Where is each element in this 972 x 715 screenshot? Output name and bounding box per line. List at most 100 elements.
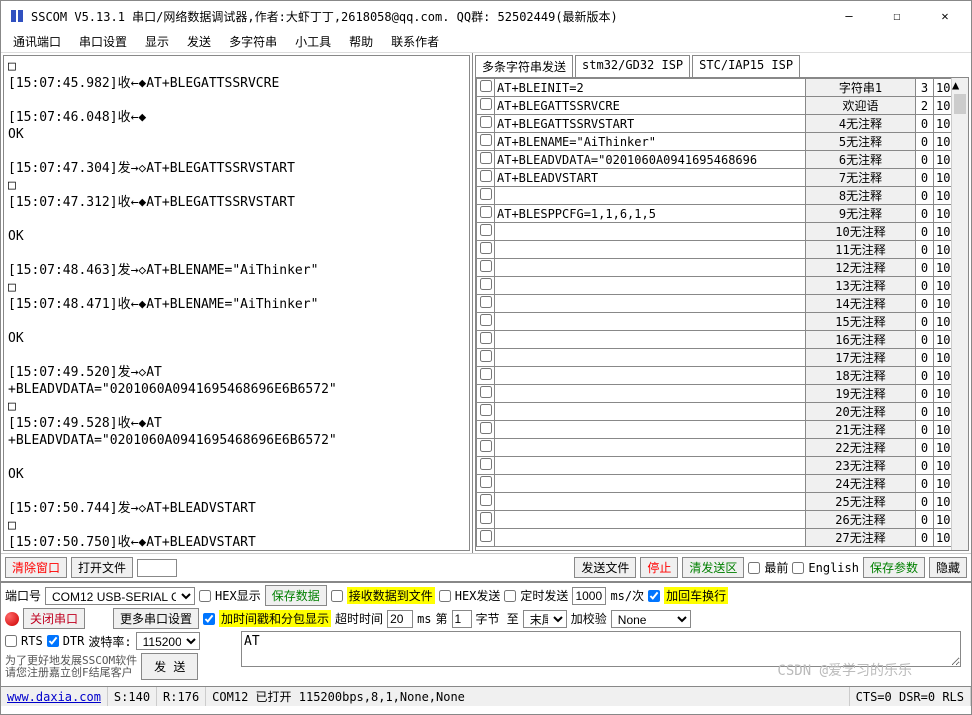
menu-帮助[interactable]: 帮助 (341, 31, 381, 52)
macro-cmd-2[interactable]: AT+BLEGATTSSRVSTART (495, 115, 806, 133)
macro-n-15[interactable]: 0 (916, 349, 934, 367)
macro-cmd-23[interactable] (495, 493, 806, 511)
macro-send-24[interactable]: 26无注释 (806, 511, 916, 529)
macro-cmd-12[interactable] (495, 295, 806, 313)
macro-n-6[interactable]: 0 (916, 187, 934, 205)
macro-n-12[interactable]: 0 (916, 295, 934, 313)
macro-send-25[interactable]: 27无注释 (806, 529, 916, 547)
macro-n-8[interactable]: 0 (916, 223, 934, 241)
macro-cmd-11[interactable] (495, 277, 806, 295)
macro-cmd-8[interactable] (495, 223, 806, 241)
macro-chk-6[interactable] (480, 188, 492, 200)
hex-show-checkbox[interactable] (199, 590, 211, 602)
send-button[interactable]: 发 送 (141, 653, 198, 680)
open-file-button[interactable]: 打开文件 (71, 557, 133, 578)
macro-cmd-20[interactable] (495, 439, 806, 457)
macro-cmd-15[interactable] (495, 349, 806, 367)
tab-0[interactable]: 多条字符串发送 (475, 55, 573, 77)
close-button[interactable]: ✕ (927, 4, 963, 28)
macro-cmd-13[interactable] (495, 313, 806, 331)
macro-send-22[interactable]: 24无注释 (806, 475, 916, 493)
macro-chk-25[interactable] (480, 530, 492, 542)
close-port-button[interactable]: 关闭串口 (23, 608, 85, 629)
macro-n-4[interactable]: 0 (916, 151, 934, 169)
macro-cmd-21[interactable] (495, 457, 806, 475)
macro-send-23[interactable]: 25无注释 (806, 493, 916, 511)
more-settings-button[interactable]: 更多串口设置 (113, 608, 199, 629)
macro-chk-4[interactable] (480, 152, 492, 164)
end-combo[interactable]: 末尾 (523, 610, 567, 628)
macro-n-17[interactable]: 0 (916, 385, 934, 403)
macro-n-23[interactable]: 0 (916, 493, 934, 511)
timed-send-checkbox[interactable] (504, 590, 516, 602)
log-output[interactable]: □ [15:07:45.982]收←◆AT+BLEGATTSSRVCRE [15… (3, 55, 470, 551)
macro-send-3[interactable]: 5无注释 (806, 133, 916, 151)
macro-n-14[interactable]: 0 (916, 331, 934, 349)
macro-send-5[interactable]: 7无注释 (806, 169, 916, 187)
macro-send-12[interactable]: 14无注释 (806, 295, 916, 313)
send-file-button[interactable]: 发送文件 (574, 557, 636, 578)
macro-send-11[interactable]: 13无注释 (806, 277, 916, 295)
hide-button[interactable]: 隐藏 (929, 557, 967, 578)
menu-显示[interactable]: 显示 (137, 31, 177, 52)
save-data-button[interactable]: 保存数据 (265, 585, 327, 606)
macro-cmd-18[interactable] (495, 403, 806, 421)
macro-cmd-16[interactable] (495, 367, 806, 385)
macro-chk-8[interactable] (480, 224, 492, 236)
macro-cmd-3[interactable]: AT+BLENAME="AiThinker" (495, 133, 806, 151)
menu-联系作者[interactable]: 联系作者 (383, 31, 447, 52)
macro-cmd-9[interactable] (495, 241, 806, 259)
macro-n-16[interactable]: 0 (916, 367, 934, 385)
macro-send-20[interactable]: 22无注释 (806, 439, 916, 457)
status-url[interactable]: www.daxia.com (7, 690, 101, 704)
menu-发送[interactable]: 发送 (179, 31, 219, 52)
tab-2[interactable]: STC/IAP15 ISP (692, 55, 800, 77)
nth-input[interactable] (452, 610, 472, 628)
macro-n-21[interactable]: 0 (916, 457, 934, 475)
dtr-checkbox[interactable] (47, 635, 59, 647)
macro-chk-5[interactable] (480, 170, 492, 182)
macro-chk-24[interactable] (480, 512, 492, 524)
macro-send-8[interactable]: 10无注释 (806, 223, 916, 241)
macro-chk-12[interactable] (480, 296, 492, 308)
macro-n-2[interactable]: 0 (916, 115, 934, 133)
macro-chk-0[interactable] (480, 80, 492, 92)
port-combo[interactable]: COM12 USB-SERIAL CH340 (45, 587, 195, 605)
macro-n-0[interactable]: 3 (916, 79, 934, 97)
macro-chk-21[interactable] (480, 458, 492, 470)
interval-input[interactable] (572, 587, 606, 605)
macro-send-14[interactable]: 16无注释 (806, 331, 916, 349)
macro-n-1[interactable]: 2 (916, 97, 934, 115)
macro-chk-19[interactable] (480, 422, 492, 434)
macro-chk-1[interactable] (480, 98, 492, 110)
send-input[interactable]: AT (241, 631, 961, 667)
macro-send-6[interactable]: 8无注释 (806, 187, 916, 205)
macro-n-25[interactable]: 0 (916, 529, 934, 547)
english-checkbox[interactable] (792, 562, 804, 574)
clear-send-button[interactable]: 清发送区 (682, 557, 744, 578)
macro-cmd-5[interactable]: AT+BLEADVSTART (495, 169, 806, 187)
stop-button[interactable]: 停止 (640, 557, 678, 578)
macro-chk-10[interactable] (480, 260, 492, 272)
macro-n-3[interactable]: 0 (916, 133, 934, 151)
macro-send-13[interactable]: 15无注释 (806, 313, 916, 331)
macro-cmd-1[interactable]: AT+BLEGATTSSRVCRE (495, 97, 806, 115)
macro-cmd-10[interactable] (495, 259, 806, 277)
macro-cmd-22[interactable] (495, 475, 806, 493)
macro-n-24[interactable]: 0 (916, 511, 934, 529)
checksum-combo[interactable]: None (611, 610, 691, 628)
macro-chk-16[interactable] (480, 368, 492, 380)
macro-send-18[interactable]: 20无注释 (806, 403, 916, 421)
recv-file-checkbox[interactable] (331, 590, 343, 602)
macro-cmd-7[interactable]: AT+BLESPPCFG=1,1,6,1,5 (495, 205, 806, 223)
macro-cmd-4[interactable]: AT+BLEADVDATA="0201060A0941695468696 (495, 151, 806, 169)
macro-chk-17[interactable] (480, 386, 492, 398)
macro-send-7[interactable]: 9无注释 (806, 205, 916, 223)
macro-chk-11[interactable] (480, 278, 492, 290)
macro-cmd-14[interactable] (495, 331, 806, 349)
macro-n-7[interactable]: 0 (916, 205, 934, 223)
macro-send-17[interactable]: 19无注释 (806, 385, 916, 403)
macro-n-22[interactable]: 0 (916, 475, 934, 493)
macro-send-15[interactable]: 17无注释 (806, 349, 916, 367)
macro-chk-23[interactable] (480, 494, 492, 506)
